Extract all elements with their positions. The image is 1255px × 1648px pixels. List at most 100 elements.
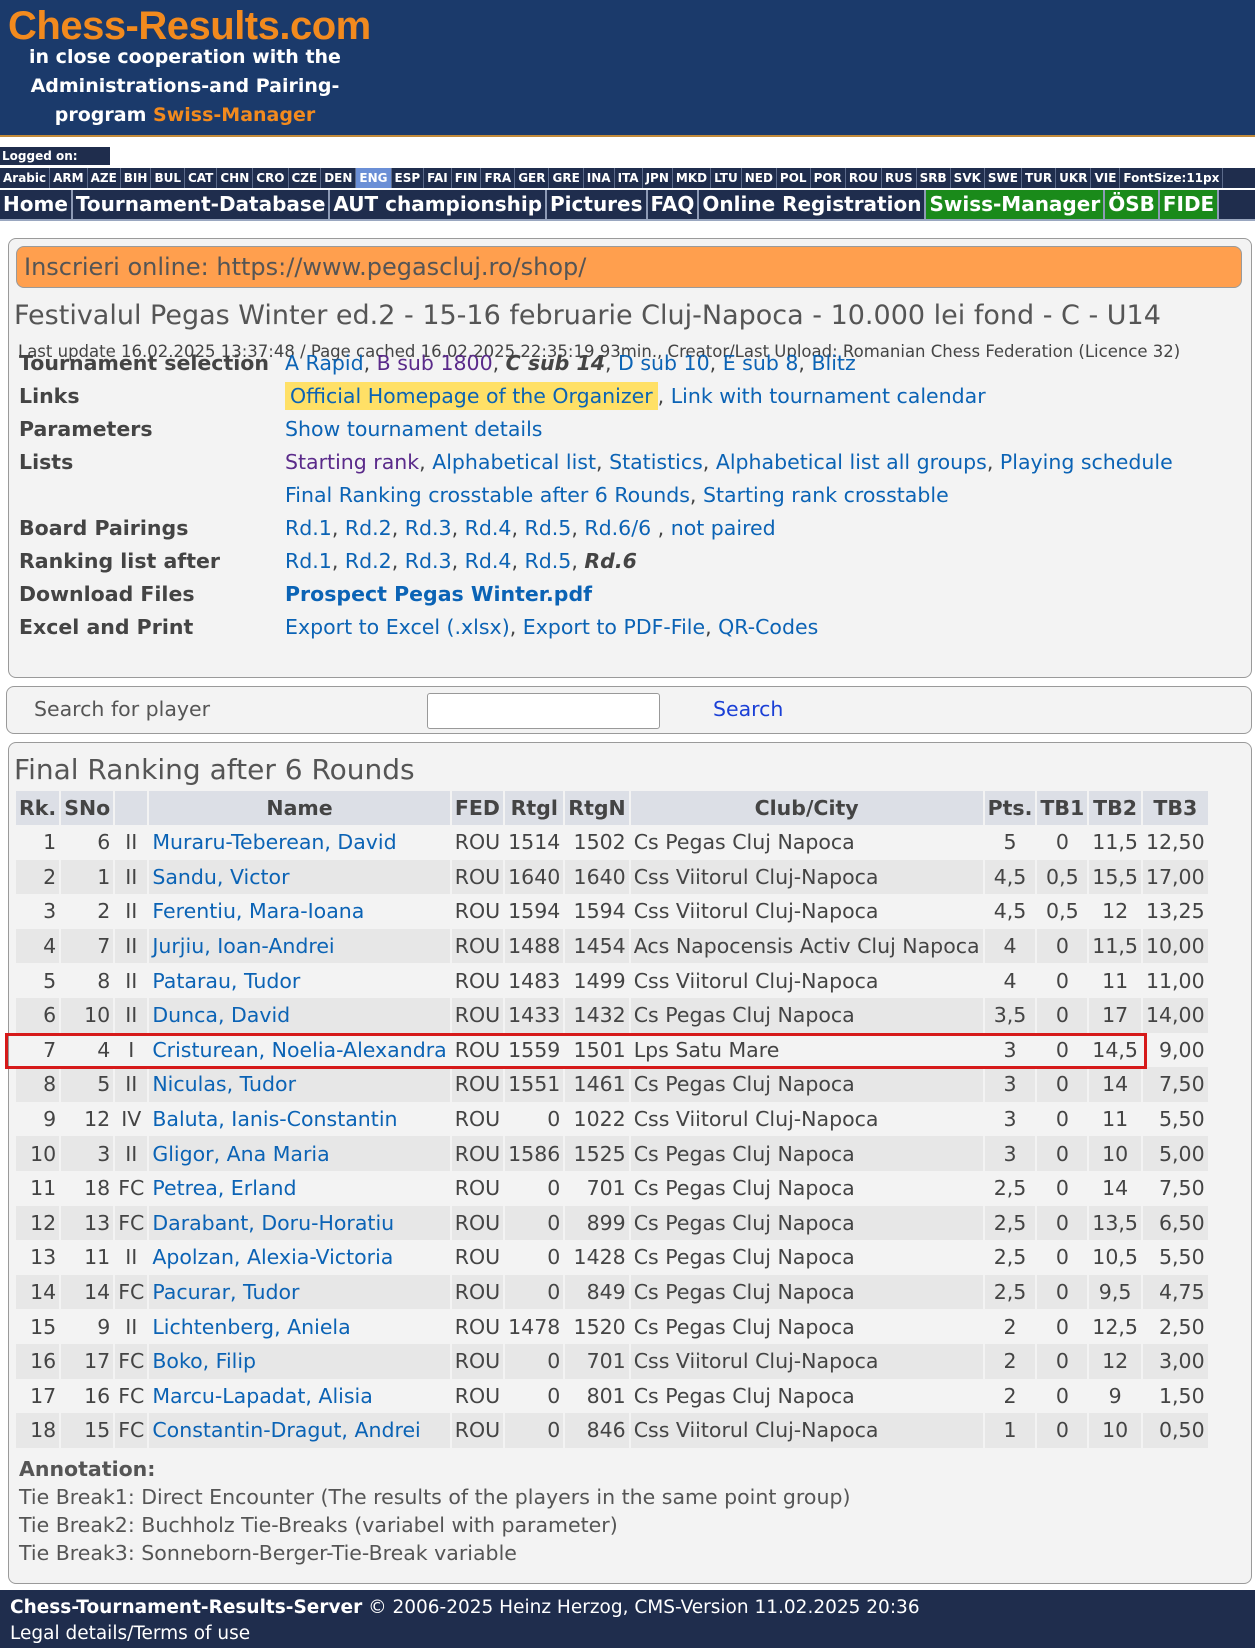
menu-aut-championship[interactable]: AUT championship	[330, 190, 548, 219]
player-name-link[interactable]: Constantin-Dragut, Andrei	[152, 1418, 420, 1442]
language-ina[interactable]: INA	[584, 168, 615, 188]
legal-terms-link[interactable]: Legal details/Terms of use	[10, 1623, 250, 1644]
player-name-link[interactable]: Patarau, Tudor	[152, 969, 300, 993]
language-cat[interactable]: CAT	[185, 168, 218, 188]
player-name-link[interactable]: Darabant, Doru-Horatiu	[152, 1211, 394, 1235]
menu-pictures[interactable]: Pictures	[547, 190, 648, 219]
pairing-rd6[interactable]: Rd.6/6	[584, 516, 651, 540]
playing-schedule-link[interactable]: Playing schedule	[1000, 450, 1173, 474]
language-arm[interactable]: ARM	[50, 168, 88, 188]
ranking-rd1[interactable]: Rd.1	[285, 549, 332, 573]
menu-faq[interactable]: FAQ	[648, 190, 700, 219]
menu-online-registration[interactable]: Online Registration	[699, 190, 927, 219]
language-swe[interactable]: SWE	[985, 168, 1022, 188]
player-name-link[interactable]: Apolzan, Alexia-Victoria	[152, 1245, 393, 1269]
player-name-link[interactable]: Petrea, Erland	[152, 1176, 296, 1200]
language-mkd[interactable]: MKD	[673, 168, 712, 188]
player-name-link[interactable]: Jurjiu, Ioan-Andrei	[152, 934, 334, 958]
qr-codes-link[interactable]: QR-Codes	[718, 615, 818, 639]
language-ltu[interactable]: LTU	[711, 168, 742, 188]
player-name-link[interactable]: Gligor, Ana Maria	[152, 1142, 329, 1166]
pairing-rd4[interactable]: Rd.4	[465, 516, 512, 540]
player-name-link[interactable]: Muraru-Teberean, David	[152, 830, 396, 854]
language-srb[interactable]: SRB	[917, 168, 951, 188]
language-fra[interactable]: FRA	[481, 168, 516, 188]
ranking-rd5[interactable]: Rd.5	[525, 549, 572, 573]
language-bul[interactable]: BUL	[151, 168, 185, 188]
search-button[interactable]: Search	[713, 697, 783, 721]
organizer-homepage-link[interactable]: Official Homepage of the Organizer	[285, 382, 658, 410]
menu-home[interactable]: Home	[0, 190, 73, 219]
starting-rank-link[interactable]: Starting rank	[285, 450, 419, 474]
language-eng[interactable]: ENG	[356, 168, 392, 188]
player-name-link[interactable]: Ferentiu, Mara-Ioana	[152, 899, 364, 923]
header-rtgn: RtgN	[565, 791, 629, 825]
site-logo[interactable]: Chess-Results.com	[8, 4, 371, 49]
pairing-rd3[interactable]: Rd.3	[405, 516, 452, 540]
language-ita[interactable]: ITA	[615, 168, 643, 188]
player-search-input[interactable]	[427, 693, 660, 729]
alphabetical-all-groups-link[interactable]: Alphabetical list all groups	[716, 450, 987, 474]
language-fontsize-11px[interactable]: FontSize:11px	[1120, 168, 1224, 188]
starting-crosstable-link[interactable]: Starting rank crosstable	[703, 483, 949, 507]
language-esp[interactable]: ESP	[392, 168, 425, 188]
prospect-pdf-link[interactable]: Prospect Pegas Winter.pdf	[285, 582, 592, 606]
menu-tournament-database[interactable]: Tournament-Database	[73, 190, 331, 219]
cell-points: 3	[984, 1136, 1036, 1171]
language-pol[interactable]: POL	[777, 168, 811, 188]
player-name-link[interactable]: Baluta, Ianis-Constantin	[152, 1107, 397, 1131]
player-name-link[interactable]: Sandu, Victor	[152, 865, 289, 889]
pairing-rd1[interactable]: Rd.1	[285, 516, 332, 540]
menu--sb[interactable]: ÖSB	[1105, 190, 1160, 219]
language-arabic[interactable]: Arabic	[0, 168, 51, 188]
pairing-rd5[interactable]: Rd.5	[525, 516, 572, 540]
link-blitz[interactable]: Blitz	[811, 351, 855, 375]
export-pdf-link[interactable]: Export to PDF-File	[523, 615, 705, 639]
language-bih[interactable]: BIH	[121, 168, 152, 188]
player-name-link[interactable]: Marcu-Lapadat, Alisia	[152, 1384, 372, 1408]
language-jpn[interactable]: JPN	[643, 168, 673, 188]
language-vie[interactable]: VIE	[1091, 168, 1121, 188]
menu-fide[interactable]: FIDE	[1159, 190, 1220, 219]
link-e-sub-8[interactable]: E sub 8	[723, 351, 799, 375]
link-a-rapid[interactable]: A Rapid	[285, 351, 364, 375]
player-name-link[interactable]: Pacurar, Tudor	[152, 1280, 299, 1304]
language-rus[interactable]: RUS	[882, 168, 917, 188]
player-name-link[interactable]: Dunca, David	[152, 1003, 290, 1027]
tournament-calendar-link[interactable]: Link with tournament calendar	[671, 384, 986, 408]
final-crosstable-link[interactable]: Final Ranking crosstable after 6 Rounds	[285, 483, 690, 507]
player-name-link[interactable]: Niculas, Tudor	[152, 1072, 296, 1096]
link-b-sub-1800[interactable]: B sub 1800	[377, 351, 493, 375]
player-name-link[interactable]: Lichtenberg, Aniela	[152, 1315, 350, 1339]
language-chn[interactable]: CHN	[217, 168, 254, 188]
ranking-rd3[interactable]: Rd.3	[405, 549, 452, 573]
language-aze[interactable]: AZE	[88, 168, 121, 188]
link-d-sub-10[interactable]: D sub 10	[618, 351, 710, 375]
language-cze[interactable]: CZE	[289, 168, 322, 188]
language-svk[interactable]: SVK	[951, 168, 985, 188]
language-cro[interactable]: CRO	[253, 168, 289, 188]
language-por[interactable]: POR	[811, 168, 846, 188]
language-ger[interactable]: GER	[515, 168, 550, 188]
alphabetical-list-link[interactable]: Alphabetical list	[432, 450, 596, 474]
language-rou[interactable]: ROU	[846, 168, 882, 188]
ranking-rd4[interactable]: Rd.4	[465, 549, 512, 573]
language-ukr[interactable]: UKR	[1056, 168, 1092, 188]
language-gre[interactable]: GRE	[549, 168, 584, 188]
player-name-link[interactable]: Cristurean, Noelia-Alexandra	[152, 1038, 446, 1062]
ranking-rd2[interactable]: Rd.2	[345, 549, 392, 573]
cell-tb2: 11,5	[1089, 825, 1141, 860]
tournament-details-link[interactable]: Show tournament details	[285, 417, 542, 441]
not-paired-link[interactable]: not paired	[671, 516, 776, 540]
language-ned[interactable]: NED	[742, 168, 777, 188]
menu-swiss-manager[interactable]: Swiss-Manager	[926, 190, 1106, 219]
export-excel-link[interactable]: Export to Excel (.xlsx)	[285, 615, 510, 639]
language-tur[interactable]: TUR	[1022, 168, 1057, 188]
logged-on-status: Logged on: Gast	[0, 147, 110, 181]
statistics-link[interactable]: Statistics	[609, 450, 703, 474]
player-name-link[interactable]: Boko, Filip	[152, 1349, 256, 1373]
pairing-rd2[interactable]: Rd.2	[345, 516, 392, 540]
language-fin[interactable]: FIN	[452, 168, 482, 188]
language-den[interactable]: DEN	[321, 168, 357, 188]
language-fai[interactable]: FAI	[424, 168, 452, 188]
